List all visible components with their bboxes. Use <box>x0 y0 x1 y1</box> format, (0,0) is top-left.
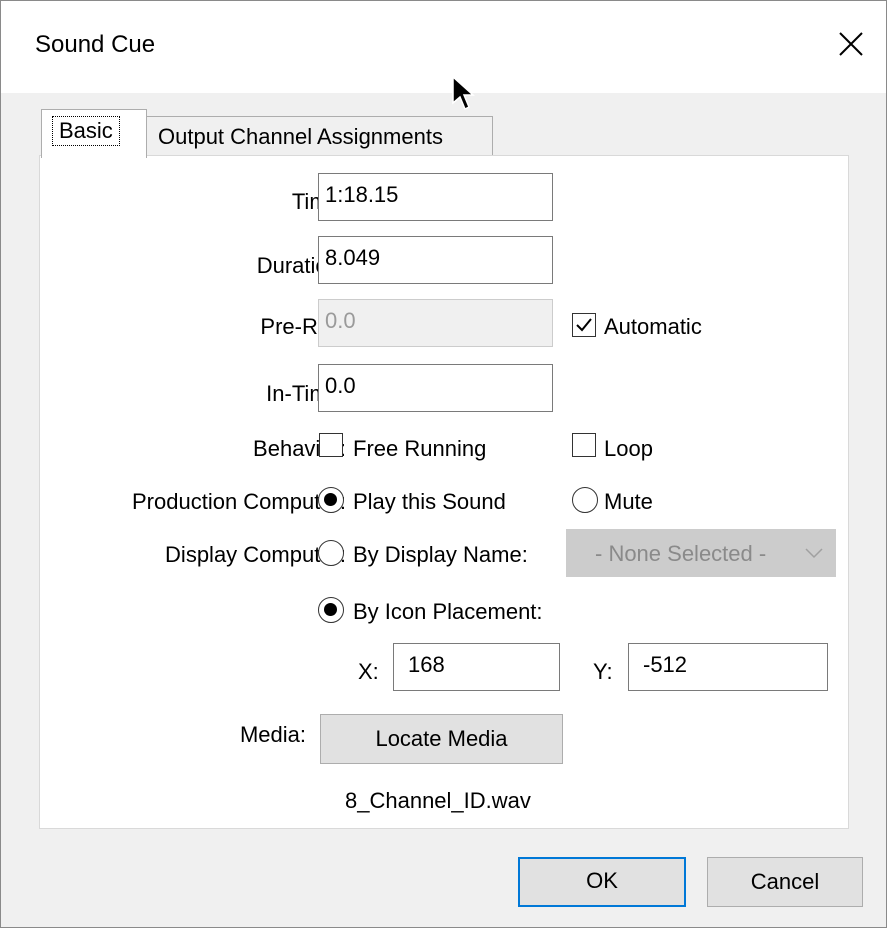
by-icon-placement-radio[interactable] <box>318 597 344 623</box>
display-name-select-value: - None Selected - <box>595 541 767 566</box>
intime-input[interactable]: 0.0 <box>318 364 553 412</box>
tab-output-label: Output Channel Assignments <box>158 124 443 149</box>
automatic-label: Automatic <box>604 314 702 339</box>
by-display-name-label: By Display Name: <box>353 542 528 567</box>
mouse-cursor-icon <box>452 75 475 111</box>
loop-checkbox[interactable] <box>572 433 596 457</box>
time-input[interactable]: 1:18.15 <box>318 173 553 221</box>
media-filename: 8_Channel_ID.wav <box>345 788 531 813</box>
mute-label: Mute <box>604 489 653 514</box>
by-display-name-radio[interactable] <box>318 540 344 566</box>
tab-output-channel-assignments[interactable]: Output Channel Assignments <box>145 116 493 157</box>
mute-radio[interactable] <box>572 487 598 513</box>
y-input[interactable]: -512 <box>628 643 828 691</box>
production-computer-label: Production Computer: <box>132 489 346 514</box>
close-button[interactable] <box>816 1 886 93</box>
close-icon <box>839 32 863 56</box>
ok-label: OK <box>586 868 618 893</box>
by-icon-placement-label: By Icon Placement: <box>353 599 543 624</box>
locate-media-button[interactable]: Locate Media <box>320 714 563 764</box>
media-label: Media: <box>239 722 306 747</box>
ok-button[interactable]: OK <box>518 857 686 907</box>
duration-input[interactable]: 8.049 <box>318 236 553 284</box>
preroll-input: 0.0 <box>318 299 553 347</box>
play-this-sound-label: Play this Sound <box>353 489 506 514</box>
automatic-checkbox[interactable] <box>572 313 596 337</box>
free-running-label: Free Running <box>353 436 487 461</box>
play-this-sound-radio[interactable] <box>318 487 344 513</box>
x-label: X: <box>358 659 379 684</box>
y-label: Y: <box>593 659 613 684</box>
cancel-button[interactable]: Cancel <box>707 857 863 907</box>
checkmark-icon <box>576 318 592 332</box>
tab-basic[interactable]: Basic <box>41 109 147 158</box>
cancel-label: Cancel <box>750 869 820 894</box>
title-bar: Sound Cue <box>1 1 886 111</box>
sound-cue-dialog: Sound Cue Basic Output Channel Assignmen… <box>0 0 887 928</box>
tab-basic-label: Basic <box>52 116 120 146</box>
chevron-down-icon <box>805 548 823 559</box>
free-running-checkbox[interactable] <box>319 433 343 457</box>
locate-media-label: Locate Media <box>375 726 508 751</box>
loop-label: Loop <box>604 436 653 461</box>
display-name-select: - None Selected - <box>566 529 836 577</box>
x-input[interactable]: 168 <box>393 643 560 691</box>
window-title: Sound Cue <box>35 31 156 58</box>
